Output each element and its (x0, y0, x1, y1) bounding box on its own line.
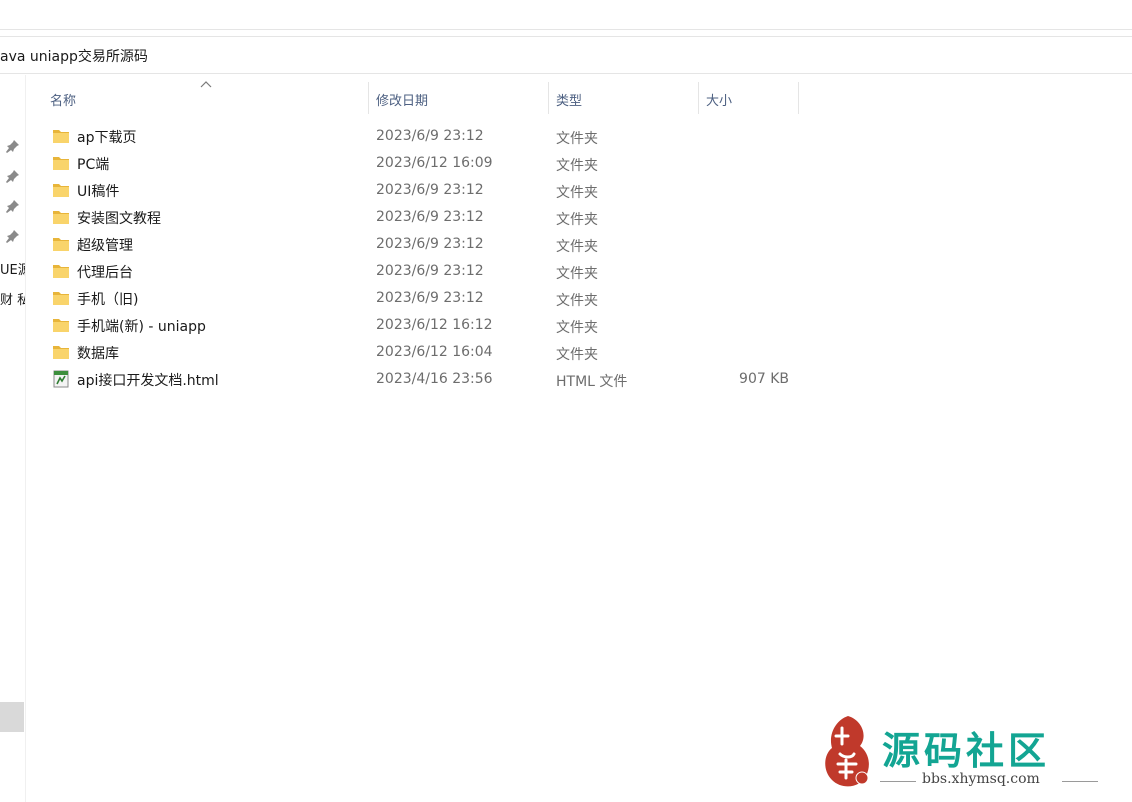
file-type: 文件夹 (556, 266, 598, 282)
file-modified-date: 2023/6/9 23:12 (376, 209, 484, 225)
file-type: 文件夹 (556, 347, 598, 363)
file-name[interactable]: 安装图文教程 (77, 208, 161, 228)
pin-icon[interactable] (6, 169, 20, 183)
ribbon-area (0, 0, 1132, 30)
column-header-size[interactable]: 大小 (706, 80, 798, 116)
file-row[interactable]: 手机端(新) - uniapp 2023/6/12 16:12 文件夹 (44, 312, 804, 339)
column-divider[interactable] (798, 82, 799, 114)
watermark-title: 源码社区 (882, 728, 1051, 773)
file-row[interactable]: 数据库 2023/6/12 16:04 文件夹 (44, 339, 804, 366)
folder-icon (53, 211, 69, 224)
folder-icon (53, 184, 69, 197)
folder-icon (53, 130, 69, 143)
folder-icon (53, 346, 69, 359)
file-type: HTML 文件 (556, 374, 628, 390)
column-header-type-label: 类型 (556, 94, 583, 109)
nav-selected-item[interactable] (0, 702, 24, 732)
seal-logo-icon (825, 716, 869, 787)
file-modified-date: 2023/6/9 23:12 (376, 290, 484, 306)
file-modified-date: 2023/6/9 23:12 (376, 128, 484, 144)
folder-icon (53, 292, 69, 305)
folder-icon (53, 238, 69, 251)
watermark-rule (1062, 781, 1098, 782)
file-name[interactable]: ap下载页 (77, 127, 136, 147)
address-bar[interactable]: ava uniapp交易所源码 (0, 36, 1132, 74)
file-name[interactable]: 数据库 (77, 343, 119, 363)
file-modified-date: 2023/6/9 23:12 (376, 263, 484, 279)
column-header-name-label: 名称 (50, 94, 77, 109)
folder-icon (53, 157, 69, 170)
file-name[interactable]: api接口开发文档.html (77, 370, 219, 390)
column-divider[interactable] (548, 82, 549, 114)
watermark-url: bbs.xhymsq.com (922, 771, 1040, 787)
file-modified-date: 2023/6/9 23:12 (376, 182, 484, 198)
file-modified-date: 2023/6/12 16:12 (376, 317, 493, 333)
file-modified-date: 2023/6/12 16:09 (376, 155, 493, 171)
pin-icon[interactable] (6, 139, 20, 153)
address-path[interactable]: ava uniapp交易所源码 (0, 46, 148, 66)
folder-icon (53, 265, 69, 278)
file-size: 907 KB (739, 371, 789, 387)
file-row[interactable]: 代理后台 2023/6/9 23:12 文件夹 (44, 258, 804, 285)
file-row[interactable]: api接口开发文档.html 2023/4/16 23:56 HTML 文件 907 … (44, 366, 804, 393)
file-name[interactable]: PC端 (77, 154, 109, 174)
file-name[interactable]: 超级管理 (77, 235, 133, 255)
nav-item-label[interactable]: 财 私 (0, 289, 25, 308)
column-header-type[interactable]: 类型 (556, 80, 698, 116)
file-modified-date: 2023/6/12 16:04 (376, 344, 493, 360)
column-header-size-label: 大小 (706, 94, 733, 109)
file-type: 文件夹 (556, 212, 598, 228)
column-divider[interactable] (368, 82, 369, 114)
file-row[interactable]: PC端 2023/6/12 16:09 文件夹 (44, 150, 804, 177)
file-name[interactable]: 代理后台 (77, 262, 133, 282)
file-type: 文件夹 (556, 320, 598, 336)
watermark: 源码社区 bbs.xhymsq.com (818, 714, 1108, 794)
file-type: 文件夹 (556, 239, 598, 255)
file-type: 文件夹 (556, 131, 598, 147)
file-type: 文件夹 (556, 293, 598, 309)
column-header-date[interactable]: 修改日期 (376, 80, 548, 116)
pin-icon[interactable] (6, 199, 20, 213)
file-modified-date: 2023/6/9 23:12 (376, 236, 484, 252)
file-modified-date: 2023/4/16 23:56 (376, 371, 493, 387)
file-row[interactable]: 安装图文教程 2023/6/9 23:12 文件夹 (44, 204, 804, 231)
file-row[interactable]: UI稿件 2023/6/9 23:12 文件夹 (44, 177, 804, 204)
column-header-name[interactable]: 名称 (50, 80, 368, 116)
file-row[interactable]: ap下载页 2023/6/9 23:12 文件夹 (44, 123, 804, 150)
file-type: 文件夹 (556, 158, 598, 174)
pin-icon[interactable] (6, 229, 20, 243)
column-divider[interactable] (698, 82, 699, 114)
file-type: 文件夹 (556, 185, 598, 201)
file-name[interactable]: 手机（旧) (77, 289, 138, 309)
watermark-rule (880, 781, 916, 782)
file-row[interactable]: 手机（旧) 2023/6/9 23:12 文件夹 (44, 285, 804, 312)
folder-icon (53, 319, 69, 332)
file-row[interactable]: 超级管理 2023/6/9 23:12 文件夹 (44, 231, 804, 258)
html-file-icon (53, 370, 69, 388)
file-name[interactable]: UI稿件 (77, 181, 119, 201)
navigation-pane: UE源 财 私 (0, 75, 26, 802)
file-name[interactable]: 手机端(新) - uniapp (77, 316, 206, 336)
nav-item-label[interactable]: UE源 (0, 259, 25, 278)
column-header-date-label: 修改日期 (376, 94, 429, 109)
